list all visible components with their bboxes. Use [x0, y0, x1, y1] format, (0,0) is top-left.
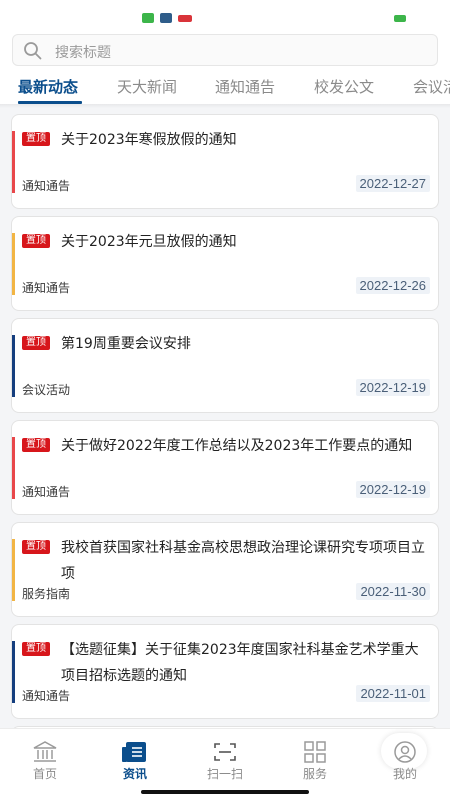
nav-label: 服务: [302, 767, 327, 781]
news-category: 通知通告: [22, 689, 71, 703]
news-date: 2022-11-01: [356, 685, 430, 702]
nav-scan[interactable]: 扫一扫: [180, 729, 427, 789]
news-card[interactable]: 置顶 我校首获国家社科基金高校思想政治理论课研究专项项目立项 服务指南 2022…: [11, 522, 439, 617]
news-icon: [122, 742, 146, 762]
battery-icon: [394, 15, 406, 22]
news-date: 2022-12-27: [355, 175, 430, 192]
nav-label: 扫一扫: [206, 767, 243, 781]
news-title[interactable]: 第19周重要会议安排: [61, 331, 431, 357]
tab-notices[interactable]: 通知通告: [215, 76, 275, 97]
pinned-badge: 置顶: [22, 234, 50, 248]
news-card[interactable]: 置顶 关于做好2022年度工作总结以及2023年工作要点的通知 通知通告 202…: [11, 420, 439, 515]
news-category: 服务指南: [22, 587, 71, 601]
nav-label: 资讯: [122, 767, 147, 781]
android-icon: [142, 13, 154, 23]
nav-home[interactable]: 首页: [0, 729, 90, 789]
tab-meetings[interactable]: 会议活: [413, 76, 450, 97]
status-bar: [0, 0, 450, 30]
nav-services[interactable]: 服务: [270, 729, 360, 789]
app-notification-icon: [160, 13, 172, 23]
news-category: 会议活动: [22, 383, 71, 397]
news-title[interactable]: 关于2023年元旦放假的通知: [61, 229, 431, 255]
news-card[interactable]: 置顶 关于2023年寒假放假的通知 通知通告 2022-12-27: [11, 114, 439, 209]
tab-tju-news[interactable]: 天大新闻: [117, 76, 177, 97]
news-title[interactable]: 【选题征集】关于征集2023年度国家社科基金艺术学重大项目招标选题的通知: [61, 637, 431, 689]
notification-icon: [178, 15, 192, 22]
card-accent-bar: [12, 131, 15, 193]
tab-latest[interactable]: 最新动态: [18, 76, 78, 97]
pinned-badge: 置顶: [22, 132, 50, 146]
category-tabs: 最新动态 天大新闻 通知通告 校发公文 会议活: [0, 70, 450, 104]
card-accent-bar: [12, 437, 15, 499]
news-category: 通知通告: [22, 281, 71, 295]
header: 搜索标题 最新动态 天大新闻 通知通告 校发公文 会议活: [0, 30, 450, 104]
scan-icon: [214, 743, 236, 761]
pinned-badge: 置顶: [22, 336, 50, 350]
tab-documents[interactable]: 校发公文: [314, 76, 374, 97]
grid-icon: [304, 741, 326, 763]
news-date: 2022-12-26: [355, 277, 430, 294]
search-input[interactable]: 搜索标题: [12, 34, 438, 66]
nav-label: 首页: [32, 767, 57, 781]
news-title[interactable]: 我校首获国家社科基金高校思想政治理论课研究专项项目立项: [61, 535, 431, 587]
card-accent-bar: [12, 335, 15, 397]
news-card[interactable]: 置顶 第19周重要会议安排 会议活动 2022-12-19: [11, 318, 439, 413]
pinned-badge: 置顶: [22, 642, 50, 656]
pinned-badge: 置顶: [22, 438, 50, 452]
search-placeholder: 搜索标题: [55, 45, 111, 61]
news-title[interactable]: 关于做好2022年度工作总结以及2023年工作要点的通知: [61, 433, 431, 459]
search-icon: [24, 42, 42, 60]
news-date: 2022-11-30: [356, 583, 430, 600]
news-category: 通知通告: [22, 485, 71, 499]
card-accent-bar: [12, 539, 15, 601]
nav-label: 我的: [392, 767, 417, 781]
nav-news[interactable]: 资讯: [90, 729, 180, 789]
card-accent-bar: [12, 233, 15, 295]
nav-profile[interactable]: 我的: [360, 729, 450, 789]
news-category: 通知通告: [22, 179, 71, 193]
building-icon: [33, 741, 57, 762]
card-accent-bar: [12, 641, 15, 703]
pinned-badge: 置顶: [22, 540, 50, 554]
news-card[interactable]: 置顶 【选题征集】关于征集2023年度国家社科基金艺术学重大项目招标选题的通知 …: [11, 624, 439, 719]
news-card[interactable]: 置顶 关于2023年元旦放假的通知 通知通告 2022-12-26: [11, 216, 439, 311]
user-icon: [394, 741, 416, 763]
home-indicator: [141, 790, 309, 794]
divider: [0, 104, 450, 108]
news-title[interactable]: 关于2023年寒假放假的通知: [61, 127, 431, 153]
news-date: 2022-12-19: [355, 379, 430, 396]
status-icons: [142, 13, 192, 23]
news-date: 2022-12-19: [355, 481, 430, 498]
